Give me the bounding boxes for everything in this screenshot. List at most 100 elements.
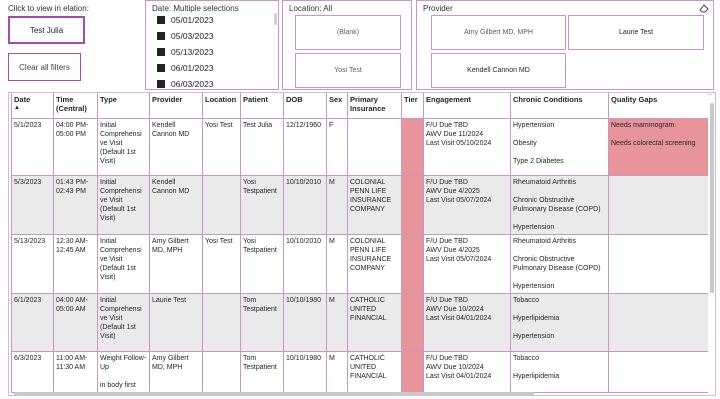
cell-type: Initial Comprehensi ve Visit (Default 1s…	[97, 234, 150, 294]
cell-tier	[401, 234, 424, 294]
cell-primary-insurance: CATHOLIC UNITED FINANCIAL	[347, 293, 402, 352]
cell-primary-insurance: CATHOLIC UNITED FINANCIAL	[347, 351, 402, 393]
cell-time: 12:30 AM-12:45 AM	[53, 234, 98, 294]
cell-date: 6/3/2023	[11, 351, 54, 393]
cell-patient: Yosi Testpatient	[240, 234, 284, 294]
cell-type: Initial Comprehensi ve Visit (Default 1s…	[97, 175, 150, 235]
checkbox-icon	[157, 32, 165, 40]
cell-time: 11:00 AM-11:30 AM	[53, 351, 98, 393]
cell-provider: Kendell Cannon MD	[149, 118, 203, 176]
checkbox-icon	[157, 64, 165, 72]
cell-time: 04:00 AM-05:00 AM	[53, 293, 98, 352]
cell-sex: M	[326, 293, 348, 352]
table-row[interactable]: 5/13/2023 12:30 AM-12:45 AM Initial Compre…	[11, 234, 708, 294]
table-header-row: Date ▲ Time (Central) Type Provider Locat…	[11, 93, 708, 119]
cell-location: Yosi Test	[202, 118, 241, 176]
date-option[interactable]: 06/01/2023	[157, 63, 214, 73]
column-header-dob[interactable]: DOB	[283, 93, 327, 119]
provider-slicer-title: Provider	[423, 4, 453, 13]
cell-date: 6/1/2023	[11, 293, 54, 352]
table-row[interactable]: 6/1/2023 04:00 AM-05:00 AM Initial Compreh…	[11, 293, 708, 352]
location-tile-blank[interactable]: (Blank)	[295, 15, 401, 50]
patient-button[interactable]: Test Julia	[8, 16, 85, 44]
cell-patient: Tom Testpatient	[240, 293, 284, 352]
cell-provider: Laurie Test	[149, 293, 203, 352]
column-header-tier[interactable]: Tier	[401, 93, 424, 119]
column-header-time[interactable]: Time (Central)	[53, 93, 98, 119]
column-header-provider[interactable]: Provider	[149, 93, 203, 119]
date-option[interactable]: 06/03/2023	[157, 79, 214, 89]
cell-type: Initial Comprehensi ve Visit (Default 1s…	[97, 293, 150, 352]
sort-ascending-icon: ▲	[14, 105, 20, 111]
column-header-date[interactable]: Date ▲	[11, 93, 54, 119]
cell-dob: 10/10/1980	[283, 351, 327, 393]
table-row[interactable]: 6/3/2023 11:00 AM-11:30 AM Weight Follow-U…	[11, 351, 708, 393]
location-slicer-title: Location: All	[289, 4, 333, 13]
date-slicer: Date: Multiple selections 05/01/2023 05/…	[145, 0, 279, 90]
cell-location: Yosi Test	[202, 234, 241, 294]
horizontal-scrollbar[interactable]	[14, 392, 534, 396]
clear-all-filters-button[interactable]: Clear all filters	[8, 53, 81, 81]
date-slicer-scrollbar[interactable]	[274, 13, 277, 25]
provider-tile-laurie-test[interactable]: Laurie Test	[568, 15, 704, 50]
date-option[interactable]: 05/13/2023	[157, 47, 214, 57]
cell-engagement: F/U Due TBD AWV Due 10/2024 Last Visit 0…	[423, 351, 511, 393]
cell-engagement: F/U Due TBD AWV Due 10/2024 Last Visit 0…	[423, 293, 511, 352]
column-header-patient[interactable]: Patient	[240, 93, 284, 119]
column-header-location[interactable]: Location	[202, 93, 241, 119]
table-row[interactable]: 5/1/2023 04:00 PM-05:00 PM Initial Compreh…	[11, 118, 708, 176]
provider-tile-amy-gilbert[interactable]: Amy Gilbert MD, MPH	[431, 15, 566, 50]
vertical-scrollbar[interactable]	[710, 103, 714, 293]
cell-chronic-conditions: Tobacco Hyperlipidemia Hypertension	[510, 293, 609, 352]
cell-primary-insurance: COLONIAL PENN LIFE INSURANCE COMPANY	[347, 175, 402, 235]
checkbox-icon	[157, 80, 165, 88]
view-in-elation-label: Click to view in elation:	[8, 4, 89, 13]
cell-engagement: F/U Due TBD AWV Due 4/2025 Last Visit 05…	[423, 175, 511, 235]
cell-type: Initial Comprehensi ve Visit (Default 1s…	[97, 118, 150, 176]
cell-quality-gaps: Needs mammogram Needs colorectal screeni…	[608, 118, 708, 176]
cell-tier	[401, 118, 424, 176]
appointments-table: Date ▲ Time (Central) Type Provider Locat…	[11, 93, 708, 393]
table-row[interactable]: 5/3/2023 01:43 PM-02:43 PM Initial Compreh…	[11, 175, 708, 235]
cell-patient: Test Julia	[240, 118, 284, 176]
cell-tier	[401, 175, 424, 235]
cell-provider: Kendell Cannon MD	[149, 175, 203, 235]
cell-quality-gaps	[608, 175, 708, 235]
cell-location	[202, 351, 241, 393]
cell-quality-gaps	[608, 351, 708, 393]
cell-sex: M	[326, 351, 348, 393]
cell-time: 04:00 PM-05:00 PM	[53, 118, 98, 176]
date-option[interactable]: 05/01/2023	[157, 15, 214, 25]
cell-sex: M	[326, 175, 348, 235]
cell-engagement: F/U Due TBD AWV Due 4/2025 Last Visit 05…	[423, 234, 511, 294]
location-slicer: Location: All (Blank) Yosi Test	[282, 0, 412, 90]
column-header-quality-gaps[interactable]: Quality Gaps	[608, 93, 708, 119]
cell-patient: Yosi Testpatient	[240, 175, 284, 235]
cell-date: 5/3/2023	[11, 175, 54, 235]
cell-date: 5/13/2023	[11, 234, 54, 294]
view-in-elation-panel: Click to view in elation: Test Julia Cle…	[3, 0, 140, 90]
location-tile-yosi-test[interactable]: Yosi Test	[295, 53, 401, 88]
cell-quality-gaps	[608, 234, 708, 294]
column-header-primary-insurance[interactable]: Primary Insurance	[347, 93, 402, 119]
provider-tile-kendell-cannon[interactable]: Kendell Cannon MD	[431, 53, 566, 88]
column-header-sex[interactable]: Sex	[326, 93, 348, 119]
table-body: 5/1/2023 04:00 PM-05:00 PM Initial Compreh…	[11, 118, 708, 393]
cell-provider: Amy Gilbert MD, MPH	[149, 234, 203, 294]
cell-sex: M	[326, 234, 348, 294]
cell-quality-gaps	[608, 293, 708, 352]
date-option[interactable]: 05/03/2023	[157, 31, 214, 41]
checkbox-icon	[157, 48, 165, 56]
eraser-icon[interactable]	[699, 3, 709, 15]
cell-engagement: F/U Due TBD AWV Due 11/2024 Last Visit 0…	[423, 118, 511, 176]
cell-location	[202, 293, 241, 352]
provider-slicer: Provider Amy Gilbert MD, MPH Laurie Test…	[416, 0, 714, 90]
cell-chronic-conditions: Tobacco Hyperlipidemia	[510, 351, 609, 393]
column-header-chronic-conditions[interactable]: Chronic Conditions	[510, 93, 609, 119]
cell-patient: Tom Testpatient	[240, 351, 284, 393]
column-header-engagement[interactable]: Engagement	[423, 93, 511, 119]
cell-chronic-conditions: Hypertension Obesity Type 2 Diabetes	[510, 118, 609, 176]
cell-sex: F	[326, 118, 348, 176]
cell-location	[202, 175, 241, 235]
column-header-type[interactable]: Type	[97, 93, 150, 119]
